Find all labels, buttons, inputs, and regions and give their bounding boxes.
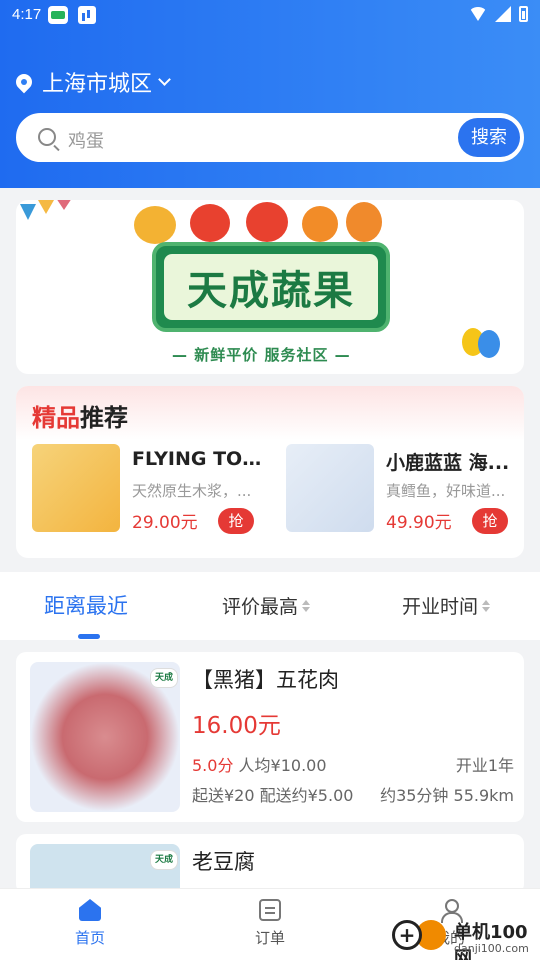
featured-product[interactable]: FLYING TOT... 天然原生木浆，... 29.00元 抢 (32, 444, 272, 534)
watermark-plus-icon: + (392, 920, 422, 950)
sort-arrows-icon (482, 599, 491, 612)
location-label: 上海市城区 (42, 72, 153, 97)
distance-info: 约35分钟 55.9km (380, 786, 514, 805)
featured-title: 精品推荐 (32, 404, 128, 432)
bunting-icon (38, 200, 54, 214)
carrot-character-icon (134, 206, 176, 244)
grab-button[interactable]: 抢 (472, 508, 508, 534)
balloon-icon (478, 330, 500, 358)
product-price: 16.00元 (192, 713, 281, 739)
promo-banner[interactable]: 天成蔬果 — 新鲜平价 服务社区 — (16, 200, 524, 374)
search-icon (38, 128, 56, 146)
product-name: 【黑猪】五花肉 (192, 668, 339, 692)
nav-orders[interactable]: 订单 (230, 899, 310, 948)
watermark-url: danji100.com (454, 942, 529, 955)
banner-subtitle: — 新鲜平价 服务社区 — (172, 346, 351, 364)
wifi-icon (469, 7, 487, 21)
watermark-logo: + 单机100网 danji100.com (392, 916, 540, 960)
tab-nearest[interactable]: 距离最近 (44, 590, 128, 620)
rating-score: 5.0分 (192, 756, 234, 775)
apple-character-icon (246, 202, 288, 242)
product-desc: 真鳕鱼，好味道... (386, 482, 506, 500)
signal-icon (495, 6, 511, 22)
location-selector[interactable]: 上海市城区 (12, 66, 171, 98)
sort-arrows-icon (302, 599, 311, 612)
tab-opening-time[interactable]: 开业时间 (402, 592, 491, 619)
nav-home[interactable]: 首页 (50, 899, 130, 948)
store-badge: 天成 (150, 668, 178, 688)
banner-title: 天成蔬果 (164, 254, 378, 320)
rating-row: 5.0分 人均¥10.00 (192, 752, 327, 776)
battery-icon (519, 6, 528, 22)
delivery-info: 起送¥20 配送约¥5.00 (192, 786, 354, 805)
product-name: 小鹿蓝蓝 海... (386, 452, 510, 474)
store-badge: 天成 (150, 850, 178, 870)
carrot-icon (346, 202, 382, 242)
grab-button[interactable]: 抢 (218, 508, 254, 534)
location-pin-icon (12, 70, 36, 94)
search-button[interactable]: 搜索 (458, 118, 520, 157)
app-notification-icon (48, 6, 68, 24)
search-bar[interactable]: 鸡蛋 搜索 (16, 113, 524, 162)
product-image (286, 444, 374, 532)
list-item[interactable]: 天成 老豆腐 (16, 834, 524, 894)
product-price: 49.90元 (386, 513, 452, 533)
orange-character-icon (302, 206, 338, 242)
home-icon (79, 899, 101, 921)
open-duration: 开业1年 (455, 756, 514, 775)
status-time: 4:17 (12, 6, 42, 23)
tomato-character-icon (190, 204, 230, 242)
featured-product[interactable]: 小鹿蓝蓝 海... 真鳕鱼，好味道... 49.90元 抢 (286, 444, 524, 534)
chart-notification-icon (78, 6, 96, 24)
product-image (32, 444, 120, 532)
active-tab-indicator (78, 634, 100, 639)
featured-section: 精品推荐 FLYING TOT... 天然原生木浆，... 29.00元 抢 小… (16, 386, 524, 558)
sort-tabs: 距离最近 评价最高 开业时间 (0, 572, 540, 640)
order-icon (259, 899, 281, 921)
product-name: FLYING TOT... (132, 448, 267, 470)
product-desc: 天然原生木浆，... (132, 482, 252, 500)
bunting-icon (20, 204, 36, 220)
product-name: 老豆腐 (192, 850, 255, 874)
tab-top-rated[interactable]: 评价最高 (222, 592, 311, 619)
header: 4:17 上海市城区 鸡蛋 搜索 (0, 0, 540, 188)
search-input[interactable]: 鸡蛋 (68, 127, 104, 153)
avg-price: 人均¥10.00 (238, 756, 327, 775)
banner-board: 天成蔬果 (152, 242, 390, 332)
chevron-down-icon (158, 72, 171, 86)
list-item[interactable]: 天成 【黑猪】五花肉 16.00元 5.0分 人均¥10.00 开业1年 起送¥… (16, 652, 524, 822)
status-bar: 4:17 (0, 0, 540, 32)
product-price: 29.00元 (132, 513, 198, 533)
bunting-icon (56, 200, 72, 210)
